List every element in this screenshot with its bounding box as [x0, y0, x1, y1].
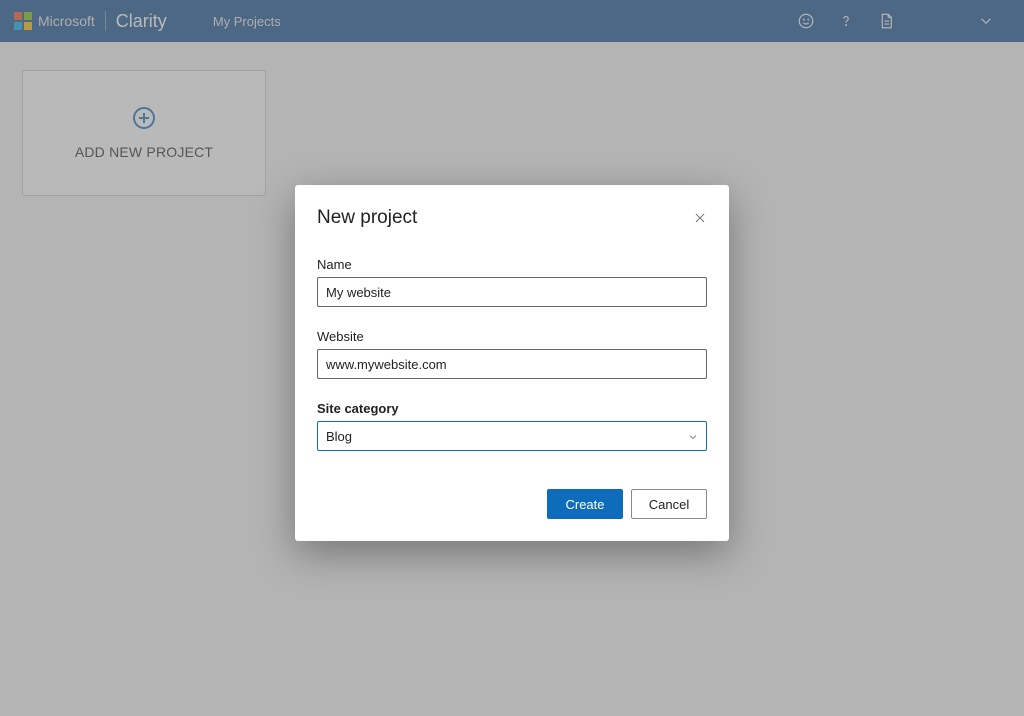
website-input[interactable]	[317, 349, 707, 379]
name-input[interactable]	[317, 277, 707, 307]
site-category-field-group: Site category Blog	[317, 401, 707, 451]
close-icon[interactable]	[693, 211, 707, 225]
dialog-actions: Create Cancel	[317, 489, 707, 519]
new-project-dialog: New project Name Website Site category B…	[295, 185, 729, 541]
create-button[interactable]: Create	[547, 489, 623, 519]
name-field-group: Name	[317, 257, 707, 307]
site-category-select[interactable]: Blog	[317, 421, 707, 451]
dialog-header: New project	[317, 207, 707, 229]
website-label: Website	[317, 329, 707, 344]
website-field-group: Website	[317, 329, 707, 379]
site-category-label: Site category	[317, 401, 707, 416]
modal-overlay: New project Name Website Site category B…	[0, 0, 1024, 716]
dialog-title: New project	[317, 207, 417, 229]
name-label: Name	[317, 257, 707, 272]
cancel-button[interactable]: Cancel	[631, 489, 707, 519]
